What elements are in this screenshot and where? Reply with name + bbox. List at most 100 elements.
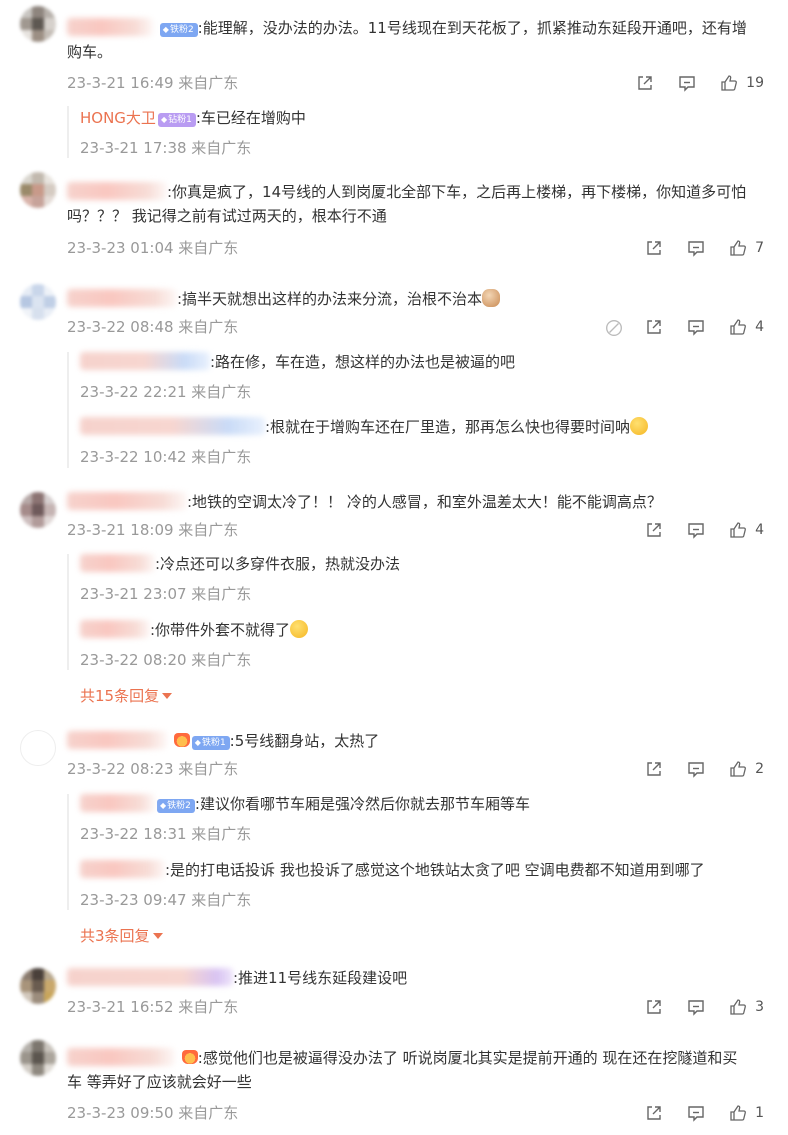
like-count: 4 bbox=[755, 522, 764, 538]
reply-username[interactable] bbox=[80, 417, 265, 435]
comment-actions: 2 bbox=[621, 758, 764, 780]
comment-actions: 7 bbox=[621, 237, 764, 259]
like-count: 2 bbox=[755, 761, 764, 777]
reply-meta: 23-3-22 10:42 来自广东 bbox=[80, 448, 252, 466]
reply-username[interactable] bbox=[80, 794, 155, 812]
crown-icon bbox=[173, 733, 190, 747]
comment-text: ◆铁粉2:能理解，没办法的办法。11号线现在到天花板了，抓紧推动东延段开通吧，还… bbox=[67, 18, 747, 61]
like-icon[interactable] bbox=[729, 239, 747, 257]
avatar[interactable] bbox=[20, 172, 56, 208]
avatar[interactable] bbox=[20, 284, 56, 320]
fan-badge: ◆铁粉2 bbox=[159, 23, 198, 37]
comment-icon[interactable] bbox=[687, 760, 705, 778]
username[interactable] bbox=[67, 18, 153, 36]
reply-username[interactable]: HONG大卫 bbox=[80, 109, 156, 127]
username[interactable] bbox=[67, 182, 167, 200]
comment-actions: 3 bbox=[621, 996, 764, 1018]
username[interactable] bbox=[67, 1048, 175, 1066]
share-icon[interactable] bbox=[636, 74, 654, 92]
like-count: 7 bbox=[755, 240, 764, 256]
comment-actions: 4 bbox=[581, 316, 764, 338]
comment-meta: 23-3-21 18:09 来自广东 bbox=[67, 521, 239, 539]
reply-username[interactable] bbox=[80, 860, 165, 878]
comment-text: :搞半天就想出这样的办法来分流，治根不治本 bbox=[67, 287, 750, 311]
comment-text: :感觉他们也是被逼得没办法了 听说岗厦北其实是提前开通的 现在还在挖隧道和买车 … bbox=[67, 1048, 738, 1091]
reply-item: ◆铁粉2:建议你看哪节车厢是强冷然后你就去那节车厢等车 23-3-22 18:3… bbox=[80, 793, 764, 844]
reply-meta: 23-3-22 18:31 来自广东 bbox=[80, 825, 252, 843]
fan-badge: ◆铁粉1 bbox=[191, 736, 230, 750]
comment-meta: 23-3-23 01:04 来自广东 bbox=[67, 239, 239, 257]
like-icon[interactable] bbox=[729, 760, 747, 778]
comment-icon[interactable] bbox=[687, 239, 705, 257]
diamond-icon: ◆ bbox=[194, 738, 201, 747]
share-icon[interactable] bbox=[645, 760, 663, 778]
like-count: 4 bbox=[755, 319, 764, 335]
reply-list: ◆铁粉2:建议你看哪节车厢是强冷然后你就去那节车厢等车 23-3-22 18:3… bbox=[67, 792, 764, 912]
like-count: 1 bbox=[755, 1105, 764, 1121]
username[interactable] bbox=[67, 968, 233, 986]
reply-username[interactable] bbox=[80, 554, 155, 572]
cat-emoji-icon bbox=[482, 289, 501, 307]
avatar[interactable] bbox=[20, 730, 56, 766]
more-replies-link[interactable]: 共15条回复 bbox=[80, 685, 173, 706]
report-icon[interactable] bbox=[605, 319, 623, 336]
like-icon[interactable] bbox=[729, 998, 747, 1016]
comment-icon[interactable] bbox=[687, 318, 705, 336]
reply-item: :你带件外套不就得了 23-3-22 08:20 来自广东 bbox=[80, 619, 764, 670]
username[interactable] bbox=[67, 289, 177, 307]
reply-divider bbox=[67, 352, 69, 468]
comment-meta: 23-3-21 16:52 来自广东 bbox=[67, 998, 239, 1016]
username[interactable] bbox=[67, 492, 187, 510]
comment-actions: 19 bbox=[612, 72, 764, 94]
reply-meta: 23-3-23 09:47 来自广东 bbox=[80, 891, 252, 909]
comment-meta: 23-3-22 08:23 来自广东 bbox=[67, 760, 239, 778]
reply-meta: 23-3-21 23:07 来自广东 bbox=[80, 585, 252, 603]
reply-list: :冷点还可以多穿件衣服，热就没办法 23-3-21 23:07 来自广东 :你带… bbox=[67, 552, 764, 752]
reply-item: HONG大卫 ◆钻粉1:车已经在增购中 23-3-21 17:38 来自广东 bbox=[80, 107, 764, 158]
like-icon[interactable] bbox=[720, 74, 738, 92]
comment-icon[interactable] bbox=[687, 1104, 705, 1122]
reply-divider bbox=[67, 554, 69, 670]
reply-meta: 23-3-22 22:21 来自广东 bbox=[80, 383, 252, 401]
reply-meta: 23-3-22 08:20 来自广东 bbox=[80, 651, 252, 669]
reply-list: HONG大卫 ◆钻粉1:车已经在增购中 23-3-21 17:38 来自广东 bbox=[67, 104, 764, 162]
avatar[interactable] bbox=[20, 968, 56, 1004]
reply-username[interactable] bbox=[80, 620, 150, 638]
comment-text: :地铁的空调太冷了！！ 冷的人感冒，和室外温差太大！能不能调高点？ bbox=[67, 490, 750, 514]
comment-meta: 23-3-21 16:49 来自广东 bbox=[67, 74, 239, 92]
share-icon[interactable] bbox=[645, 239, 663, 257]
comment-text: :推进11号线东延段建设吧 bbox=[67, 966, 750, 990]
reply-item: :冷点还可以多穿件衣服，热就没办法 23-3-21 23:07 来自广东 bbox=[80, 553, 764, 604]
comment-icon[interactable] bbox=[678, 74, 696, 92]
diamond-icon: ◆ bbox=[160, 801, 167, 810]
comment-icon[interactable] bbox=[687, 998, 705, 1016]
reply-username[interactable] bbox=[80, 352, 210, 370]
like-icon[interactable] bbox=[729, 318, 747, 336]
reply-meta: 23-3-21 17:38 来自广东 bbox=[80, 139, 252, 157]
share-icon[interactable] bbox=[645, 521, 663, 539]
more-replies-link[interactable]: 共3条回复 bbox=[80, 925, 163, 946]
share-icon[interactable] bbox=[645, 1104, 663, 1122]
diamond-icon: ◆ bbox=[162, 25, 169, 34]
avatar[interactable] bbox=[20, 1040, 56, 1076]
reply-divider bbox=[67, 106, 69, 158]
caret-down-icon bbox=[162, 693, 173, 699]
face-emoji-icon bbox=[290, 620, 309, 638]
username[interactable] bbox=[67, 731, 167, 749]
reply-item: :路在修，车在造，想这样的办法也是被逼的吧 23-3-22 22:21 来自广东 bbox=[80, 351, 764, 402]
comment-actions: 4 bbox=[621, 519, 764, 541]
share-icon[interactable] bbox=[645, 318, 663, 336]
face-emoji-icon bbox=[630, 417, 649, 435]
reply-divider bbox=[67, 794, 69, 910]
reply-list: :路在修，车在造，想这样的办法也是被逼的吧 23-3-22 22:21 来自广东… bbox=[67, 350, 764, 470]
comment-icon[interactable] bbox=[687, 521, 705, 539]
share-icon[interactable] bbox=[645, 998, 663, 1016]
avatar[interactable] bbox=[20, 6, 56, 42]
like-icon[interactable] bbox=[729, 1104, 747, 1122]
crown-icon bbox=[181, 1050, 198, 1064]
avatar[interactable] bbox=[20, 492, 56, 528]
diamond-icon: ◆ bbox=[160, 115, 168, 124]
comment-actions: 1 bbox=[621, 1102, 764, 1124]
like-icon[interactable] bbox=[729, 521, 747, 539]
fan-badge: ◆钻粉1 bbox=[157, 113, 196, 127]
